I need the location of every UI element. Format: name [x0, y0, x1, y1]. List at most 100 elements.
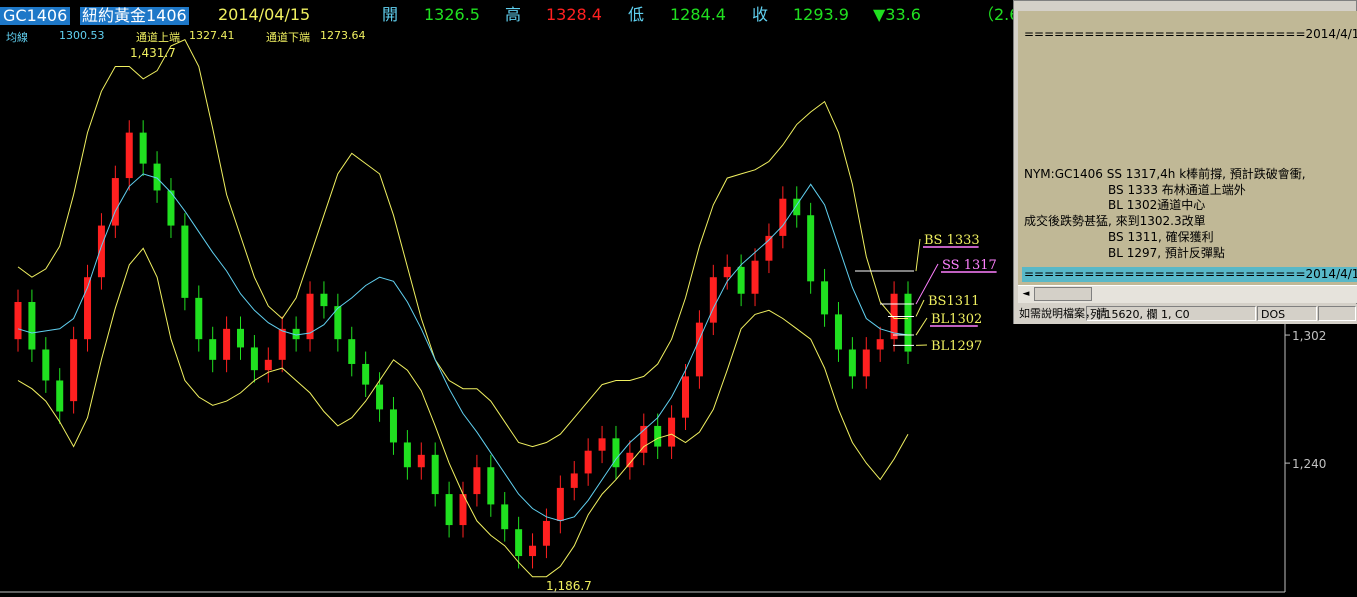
editor-line[interactable]: BL 1302通道中心 — [1108, 198, 1205, 213]
ma-value: 1300.53 — [59, 29, 105, 42]
candle-down — [487, 467, 495, 505]
candle-up — [417, 454, 425, 468]
candle-up — [542, 520, 550, 546]
quote-date: 2014/04/15 — [218, 5, 311, 24]
candle-up — [529, 545, 537, 557]
level-label: SS 1317 — [942, 258, 997, 273]
candle-up — [14, 301, 22, 340]
level-label: BS 1333 — [924, 233, 980, 248]
level-label: BL1297 — [931, 339, 982, 354]
candle-down — [501, 504, 509, 530]
editor-line-selected[interactable]: ============================2014/4/16 (三… — [1022, 267, 1357, 282]
candle-down — [654, 425, 662, 447]
candle-up — [306, 293, 314, 340]
trough-label: 1,186.7 — [546, 579, 592, 593]
candle-up — [695, 322, 703, 377]
candle-down — [376, 384, 384, 410]
editor-line[interactable]: NYM:GC1406 SS 1317,4h k棒前撐, 預計跌破會衝, — [1024, 167, 1306, 182]
ma-label: 均線 — [6, 31, 28, 44]
high-label: 高 — [505, 5, 522, 24]
status-extra — [1318, 306, 1356, 321]
open-label: 開 — [382, 5, 399, 24]
candle-up — [779, 198, 787, 236]
candle-down — [237, 328, 244, 348]
editor-line[interactable]: BL 1297, 預計反彈點 — [1108, 246, 1225, 261]
status-cursor-position: 列 15620, 欄 1, C0 — [1086, 306, 1256, 321]
candle-down — [348, 339, 356, 364]
candle-up — [125, 132, 133, 179]
candle-down — [195, 297, 203, 340]
status-bar: 如需說明檔案，請 列 15620, 欄 1, C0 DOS — [1014, 304, 1357, 324]
editor-line[interactable]: 成交後跌勢甚猛, 來到1302.3改單 — [1024, 214, 1206, 229]
candle-down — [320, 293, 328, 307]
note-editor-window: ============================2014/4/15 (二… — [1013, 0, 1357, 324]
editor-line[interactable]: ============================2014/4/15 (二… — [1024, 27, 1357, 42]
candle-down — [28, 301, 36, 350]
candle-up — [556, 487, 564, 521]
status-line-ending: DOS — [1257, 306, 1317, 321]
candle-down — [403, 442, 411, 468]
candle-up — [682, 376, 689, 418]
upper-band-label: 通道上端 — [136, 31, 180, 44]
candle-down — [848, 349, 856, 377]
low-label: 低 — [628, 5, 645, 24]
candle-down — [250, 347, 258, 371]
candle-up — [862, 349, 870, 377]
candle-up — [876, 339, 884, 350]
candle-down — [362, 363, 370, 385]
candle-up — [598, 438, 606, 451]
candle-down — [821, 281, 829, 315]
candle-down — [181, 225, 189, 298]
candle-up — [709, 277, 717, 323]
peak-label: 1,431.7 — [130, 46, 176, 60]
candle-down — [445, 494, 453, 526]
instrument-name[interactable]: 紐約黃金1406 — [80, 7, 189, 25]
candle-down — [209, 339, 217, 360]
candle-up — [473, 467, 481, 495]
candle-up — [751, 260, 759, 294]
candle-down — [515, 529, 523, 557]
candle-down — [42, 349, 50, 381]
editor-text-area[interactable]: ============================2014/4/15 (二… — [1018, 11, 1357, 285]
candle-up — [584, 450, 592, 474]
high-value: 1328.4 — [546, 5, 602, 24]
low-value: 1284.4 — [670, 5, 726, 24]
lower-band-value: 1273.64 — [320, 29, 366, 42]
candle-up — [97, 225, 105, 278]
close-value: 1293.9 — [793, 5, 849, 24]
candle-up — [223, 328, 231, 360]
upper-band-value: 1327.41 — [189, 29, 235, 42]
candle-up — [278, 328, 286, 360]
candle-down — [834, 314, 842, 350]
candle-up — [264, 359, 272, 371]
close-label: 收 — [752, 5, 769, 24]
candle-down — [904, 293, 912, 352]
level-leader — [915, 317, 928, 336]
y-tick-label: 1,240 — [1292, 457, 1326, 471]
moving-average-line — [17, 173, 909, 522]
candle-up — [70, 339, 78, 402]
scrollbar-thumb[interactable] — [1034, 287, 1092, 301]
candle-down — [56, 380, 64, 412]
open-value: 1326.5 — [424, 5, 480, 24]
candle-down — [807, 215, 815, 282]
level-leader — [915, 238, 921, 272]
level-label: BL1302 — [931, 312, 982, 327]
candle-down — [389, 409, 397, 443]
change-value: ▼33.6 — [873, 5, 921, 24]
symbol-code[interactable]: GC1406 — [0, 7, 71, 25]
candle-down — [139, 132, 147, 164]
candle-down — [737, 266, 745, 294]
scroll-left-icon[interactable]: ◄ — [1020, 288, 1032, 300]
horizontal-scrollbar[interactable]: ◄ — [1018, 285, 1357, 303]
y-tick-label: 1,302 — [1292, 329, 1326, 343]
editor-line[interactable]: BS 1311, 確保獲利 — [1108, 230, 1214, 245]
editor-line[interactable]: BS 1333 布林通道上端外 — [1108, 183, 1246, 198]
level-label: BS1311 — [928, 294, 980, 309]
candle-up — [723, 266, 731, 278]
bollinger-upper-line — [17, 39, 908, 448]
candle-down — [431, 454, 439, 495]
candle-up — [668, 417, 676, 447]
candle-up — [570, 473, 578, 488]
lower-band-label: 通道下端 — [266, 31, 310, 44]
